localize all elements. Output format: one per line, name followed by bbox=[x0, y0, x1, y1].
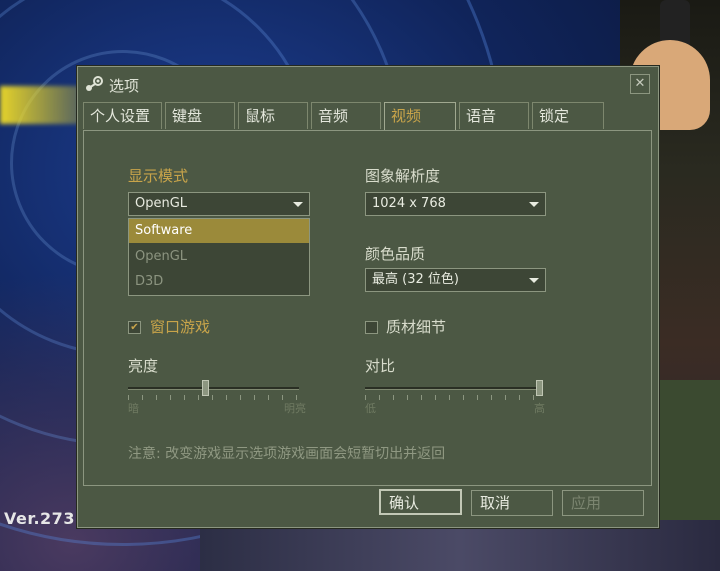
color-quality-value: 最高 (32 位色) bbox=[372, 272, 459, 287]
tick-mark bbox=[282, 395, 283, 400]
tick-mark bbox=[393, 395, 394, 400]
tab-keyboard[interactable]: 键盘 bbox=[165, 102, 235, 129]
contrast-min-label: 低 bbox=[365, 402, 376, 415]
contrast-ticks bbox=[365, 395, 542, 401]
tick-mark bbox=[226, 395, 227, 400]
dialog-titlebar[interactable]: 选项 ✕ bbox=[78, 67, 658, 101]
close-icon: ✕ bbox=[634, 76, 646, 91]
chevron-down-icon bbox=[529, 278, 539, 283]
tab-label: 鼠标 bbox=[245, 107, 276, 125]
notice-text: 注意: 改变游戏显示选项游戏画面会短暂切出并返回 bbox=[128, 446, 446, 462]
tab-label: 语音 bbox=[466, 107, 497, 125]
dialog-title: 选项 bbox=[109, 77, 140, 95]
apply-button-label: 应用 bbox=[571, 494, 602, 512]
bg-light-streak bbox=[0, 86, 80, 124]
tick-mark bbox=[519, 395, 520, 400]
brightness-max-label: 明亮 bbox=[284, 402, 306, 415]
contrast-slider-track[interactable] bbox=[365, 387, 542, 390]
dropdown-option-opengl[interactable]: OpenGL bbox=[129, 245, 309, 269]
cancel-button-label: 取消 bbox=[480, 494, 511, 512]
tab-label: 锁定 bbox=[539, 107, 570, 125]
version-label: Ver.273 bbox=[4, 509, 75, 528]
tick-mark bbox=[435, 395, 436, 400]
tick-mark bbox=[463, 395, 464, 400]
tab-label: 键盘 bbox=[172, 107, 203, 125]
tick-mark bbox=[142, 395, 143, 400]
dropdown-option-d3d[interactable]: D3D bbox=[129, 270, 309, 294]
tick-mark bbox=[170, 395, 171, 400]
brightness-ticks bbox=[128, 395, 299, 401]
tick-mark bbox=[421, 395, 422, 400]
tab-audio[interactable]: 音频 bbox=[311, 102, 381, 129]
detail-textures-label: 质材细节 bbox=[386, 318, 447, 336]
color-quality-select[interactable]: 最高 (32 位色) bbox=[365, 268, 546, 292]
tick-mark bbox=[240, 395, 241, 400]
tick-mark bbox=[156, 395, 157, 400]
brightness-label: 亮度 bbox=[128, 357, 159, 375]
color-quality-label: 颜色品质 bbox=[365, 245, 426, 263]
apply-button[interactable]: 应用 bbox=[562, 490, 644, 516]
resolution-label: 图象解析度 bbox=[365, 167, 441, 185]
tick-mark bbox=[407, 395, 408, 400]
contrast-max-label: 高 bbox=[534, 402, 545, 415]
tick-mark bbox=[184, 395, 185, 400]
options-dialog: 选项 ✕ 个人设置 键盘 鼠标 音频 视频 语音 锁定 显示模式 OpenGL … bbox=[77, 66, 659, 528]
cancel-button[interactable]: 取消 bbox=[471, 490, 553, 516]
contrast-label: 对比 bbox=[365, 357, 396, 375]
tick-mark bbox=[212, 395, 213, 400]
display-mode-value: OpenGL bbox=[135, 196, 188, 211]
checkmark-icon: ✔ bbox=[130, 322, 139, 333]
chevron-down-icon bbox=[293, 202, 303, 207]
brightness-slider-thumb[interactable] bbox=[201, 380, 209, 396]
tab-label: 视频 bbox=[391, 107, 422, 125]
resolution-value: 1024 x 768 bbox=[372, 196, 446, 211]
ok-button-label: 确认 bbox=[389, 494, 420, 512]
tick-mark bbox=[198, 395, 199, 400]
tick-mark bbox=[491, 395, 492, 400]
tab-label: 音频 bbox=[318, 107, 349, 125]
detail-textures-checkbox[interactable] bbox=[365, 321, 378, 334]
tab-video[interactable]: 视频 bbox=[384, 102, 456, 131]
tick-mark bbox=[449, 395, 450, 400]
ok-button[interactable]: 确认 bbox=[379, 489, 462, 515]
display-mode-label: 显示模式 bbox=[128, 167, 189, 185]
display-mode-select[interactable]: OpenGL bbox=[128, 192, 310, 216]
brightness-slider-track[interactable] bbox=[128, 387, 299, 390]
tab-mouse[interactable]: 鼠标 bbox=[238, 102, 308, 129]
windowed-checkbox[interactable]: ✔ bbox=[128, 321, 141, 334]
contrast-slider-thumb[interactable] bbox=[536, 380, 543, 396]
windowed-label: 窗口游戏 bbox=[150, 318, 211, 336]
display-mode-dropdown: Software OpenGL D3D bbox=[128, 218, 310, 296]
tick-mark bbox=[254, 395, 255, 400]
tick-mark bbox=[268, 395, 269, 400]
chevron-down-icon bbox=[529, 202, 539, 207]
dropdown-option-software[interactable]: Software bbox=[129, 219, 309, 243]
resolution-select[interactable]: 1024 x 768 bbox=[365, 192, 546, 216]
tab-label: 个人设置 bbox=[90, 107, 151, 125]
tick-mark bbox=[505, 395, 506, 400]
tab-personal[interactable]: 个人设置 bbox=[83, 102, 162, 129]
tab-voice[interactable]: 语音 bbox=[459, 102, 529, 129]
close-button[interactable]: ✕ bbox=[630, 74, 650, 94]
steam-icon bbox=[86, 76, 103, 91]
tick-mark bbox=[379, 395, 380, 400]
brightness-min-label: 暗 bbox=[128, 402, 139, 415]
tick-mark bbox=[477, 395, 478, 400]
tab-lock[interactable]: 锁定 bbox=[532, 102, 604, 129]
